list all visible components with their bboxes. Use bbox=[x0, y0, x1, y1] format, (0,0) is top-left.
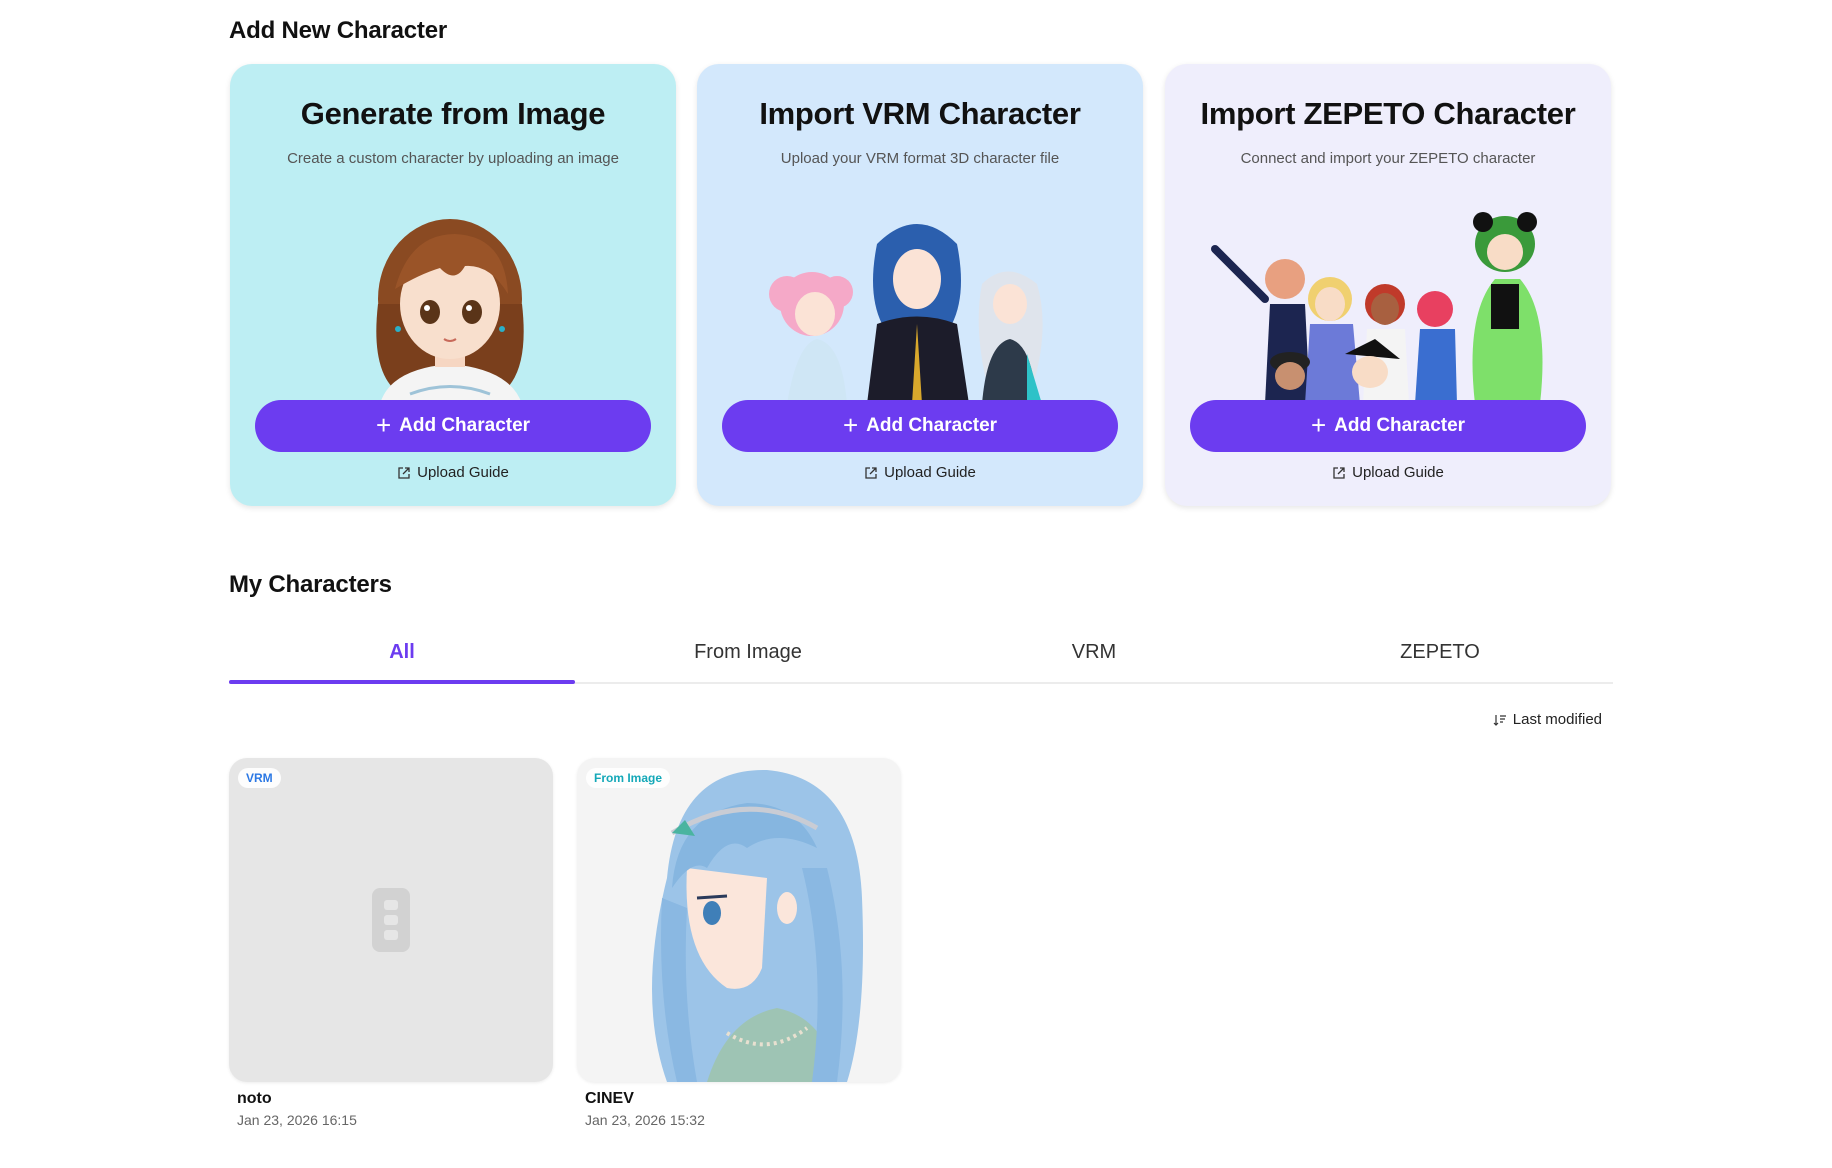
plus-icon: + bbox=[375, 410, 392, 440]
character-card-cinev[interactable]: From Image CINEV Jan 23, 2026 15:32 bbox=[577, 758, 901, 1128]
import-vrm-card: Import VRM Character Upload your VRM for… bbox=[697, 64, 1143, 506]
add-character-button[interactable]: + Add Character bbox=[722, 400, 1118, 452]
upload-guide-link[interactable]: Upload Guide bbox=[697, 464, 1143, 481]
add-character-label: Add Character bbox=[399, 415, 531, 436]
add-character-button[interactable]: + Add Character bbox=[1190, 400, 1586, 452]
my-characters-heading: My Characters bbox=[229, 571, 392, 598]
placeholder-character-icon bbox=[372, 888, 410, 952]
upload-guide-label: Upload Guide bbox=[417, 464, 509, 481]
add-character-button[interactable]: + Add Character bbox=[255, 400, 651, 452]
blue-haired-girl-illustration bbox=[652, 769, 863, 1082]
add-character-label: Add Character bbox=[866, 415, 998, 436]
sort-label: Last modified bbox=[1512, 711, 1602, 728]
add-new-character-heading: Add New Character bbox=[229, 17, 447, 44]
anime-girl-illustration bbox=[376, 219, 524, 404]
character-filter-tabs: All From Image VRM ZEPETO bbox=[229, 620, 1613, 684]
tab-all[interactable]: All bbox=[229, 620, 575, 684]
tab-vrm[interactable]: VRM bbox=[921, 620, 1267, 682]
import-zepeto-card: Import ZEPETO Character Connect and impo… bbox=[1165, 64, 1611, 506]
page: Add New Character Generate from Image Cr… bbox=[0, 0, 1832, 1168]
external-link-icon bbox=[865, 466, 877, 479]
character-name: CINEV bbox=[585, 1090, 634, 1107]
character-name: noto bbox=[237, 1090, 272, 1107]
character-card-noto[interactable]: VRM noto Jan 23, 2026 16:15 bbox=[229, 758, 553, 1128]
plus-icon: + bbox=[842, 410, 859, 440]
sort-button[interactable]: Last modified bbox=[1493, 711, 1602, 728]
card-title: Import ZEPETO Character bbox=[1200, 96, 1576, 131]
plus-icon: + bbox=[1310, 410, 1327, 440]
character-thumbnail: VRM bbox=[229, 758, 553, 1082]
card-subtitle: Create a custom character by uploading a… bbox=[287, 150, 619, 167]
vrm-badge: VRM bbox=[238, 768, 281, 788]
from-image-badge: From Image bbox=[586, 768, 671, 788]
zepeto-characters-illustration bbox=[1211, 212, 1543, 404]
generate-from-image-card: Generate from Image Create a custom char… bbox=[230, 64, 676, 506]
upload-guide-link[interactable]: Upload Guide bbox=[230, 464, 676, 481]
card-subtitle: Upload your VRM format 3D character file bbox=[780, 150, 1060, 167]
card-subtitle: Connect and import your ZEPETO character bbox=[1240, 150, 1536, 167]
upload-guide-link[interactable]: Upload Guide bbox=[1165, 464, 1611, 481]
upload-guide-label: Upload Guide bbox=[884, 464, 976, 481]
tab-from-image[interactable]: From Image bbox=[575, 620, 921, 682]
card-title: Generate from Image bbox=[300, 96, 606, 131]
sort-icon bbox=[1493, 714, 1506, 726]
upload-guide-label: Upload Guide bbox=[1352, 464, 1444, 481]
character-date: Jan 23, 2026 15:32 bbox=[585, 1112, 705, 1128]
card-title: Import VRM Character bbox=[759, 96, 1081, 131]
external-link-icon bbox=[398, 466, 410, 479]
external-link-icon bbox=[1333, 466, 1345, 479]
add-character-label: Add Character bbox=[1334, 415, 1466, 436]
character-date: Jan 23, 2026 16:15 bbox=[237, 1112, 357, 1128]
character-thumbnail: From Image bbox=[577, 758, 901, 1082]
tab-zepeto[interactable]: ZEPETO bbox=[1267, 620, 1613, 682]
vrm-characters-illustration bbox=[769, 224, 1043, 404]
